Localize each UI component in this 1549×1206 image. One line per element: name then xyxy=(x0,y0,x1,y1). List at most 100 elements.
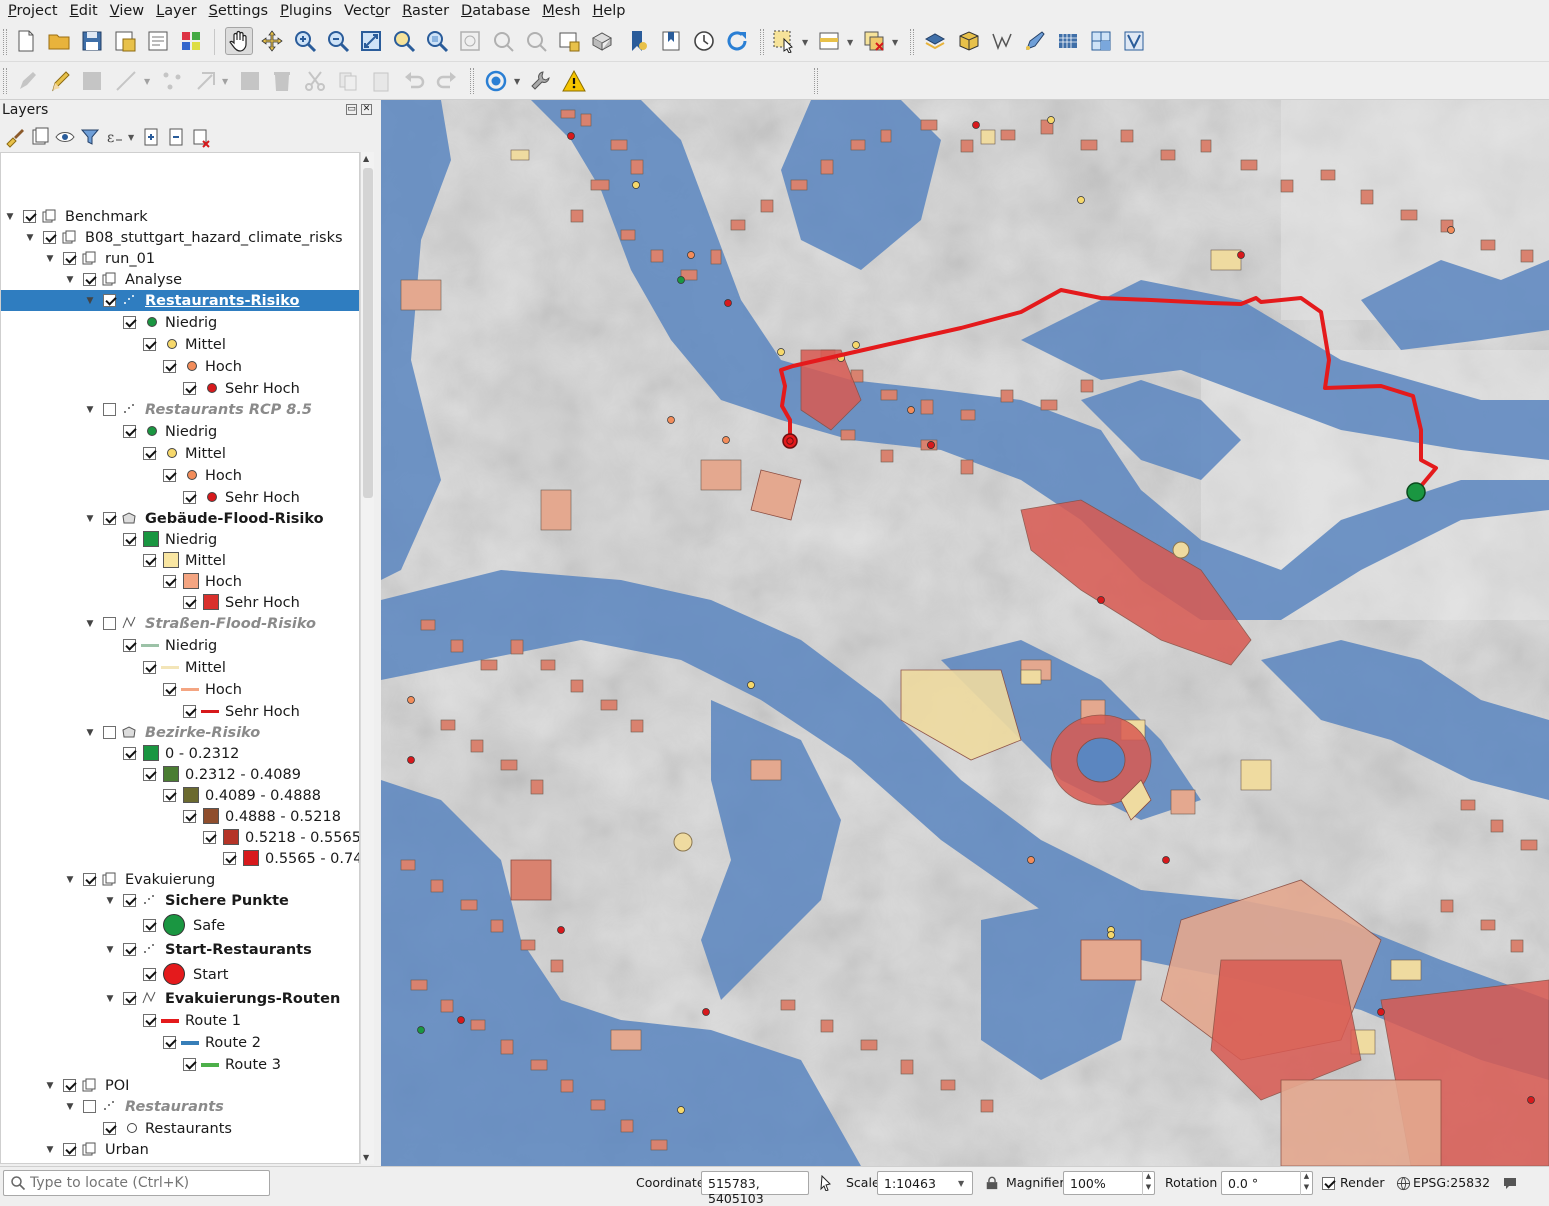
menu-mesh[interactable]: Mesh xyxy=(536,0,586,22)
new-map-view-button[interactable] xyxy=(555,27,583,55)
render-checkbox[interactable] xyxy=(1322,1177,1335,1190)
chevron-down-icon[interactable]: ▼ xyxy=(958,1180,966,1188)
rotation-spinner[interactable]: ▲ ▼ xyxy=(1300,1171,1312,1195)
expand-arrow-icon[interactable]: ▼ xyxy=(5,212,15,222)
chevron-down-icon[interactable]: ▼ xyxy=(222,78,230,86)
tree-row-0-2312-0-4089[interactable]: 0.2312 - 0.4089 xyxy=(1,764,359,785)
tree-row-hoch[interactable]: Hoch xyxy=(1,356,359,377)
tree-row-0-0-2312[interactable]: 0 - 0.2312 xyxy=(1,743,359,764)
visibility-checkbox[interactable] xyxy=(103,512,116,525)
visibility-checkbox[interactable] xyxy=(123,533,136,546)
visibility-checkbox[interactable] xyxy=(203,831,216,844)
tree-row-straßen-flood-risiko[interactable]: ▼ Straßen-Flood-Risiko xyxy=(1,613,359,634)
visibility-checkbox[interactable] xyxy=(183,596,196,609)
save-project-button[interactable] xyxy=(78,27,106,55)
tree-row-mittel[interactable]: Mittel xyxy=(1,334,359,355)
visibility-checkbox[interactable] xyxy=(23,210,36,223)
tree-row-sehr-hoch[interactable]: Sehr Hoch xyxy=(1,487,359,508)
visibility-checkbox[interactable] xyxy=(143,338,156,351)
tree-row-restaurants-rcp-8-5[interactable]: ▼ Restaurants RCP 8.5 xyxy=(1,399,359,420)
cut-features-button[interactable] xyxy=(301,67,329,95)
menu-raster[interactable]: Raster xyxy=(396,0,455,22)
float-panel-button[interactable]: ▭ xyxy=(346,104,357,115)
visibility-checkbox[interactable] xyxy=(163,360,176,373)
visibility-checkbox[interactable] xyxy=(103,294,116,307)
visibility-checkbox[interactable] xyxy=(163,789,176,802)
pan-map-button[interactable] xyxy=(225,27,253,55)
visibility-checkbox[interactable] xyxy=(63,1079,76,1092)
visibility-checkbox[interactable] xyxy=(123,943,136,956)
zoom-next-button[interactable] xyxy=(522,27,550,55)
tree-row-start[interactable]: Start xyxy=(1,963,359,985)
tree-row-bezirke-risiko[interactable]: ▼ Bezirke-Risiko xyxy=(1,722,359,743)
style-panel-button[interactable] xyxy=(4,126,26,148)
tree-row-0-4888-0-5218[interactable]: 0.4888 - 0.5218 xyxy=(1,806,359,827)
menu-vector[interactable]: Vector xyxy=(338,0,396,22)
expand-arrow-icon[interactable]: ▼ xyxy=(25,233,35,243)
visibility-checkbox[interactable] xyxy=(163,575,176,588)
visibility-checkbox[interactable] xyxy=(63,252,76,265)
visibility-checkbox[interactable] xyxy=(123,425,136,438)
visibility-checkbox[interactable] xyxy=(83,1100,96,1113)
tree-row-0-5218-0-5565[interactable]: 0.5218 - 0.5565 xyxy=(1,827,359,848)
visibility-checkbox[interactable] xyxy=(143,1014,156,1027)
expand-arrow-icon[interactable]: ▼ xyxy=(65,275,75,285)
chevron-down-icon[interactable]: ▼ xyxy=(514,78,522,86)
tree-row-evakuierung[interactable]: ▼ Evakuierung xyxy=(1,869,359,890)
expand-arrow-icon[interactable]: ▼ xyxy=(45,254,55,264)
toolbar-handle[interactable] xyxy=(760,29,764,55)
tree-row-benchmark[interactable]: ▼ Benchmark xyxy=(1,206,359,227)
visibility-checkbox[interactable] xyxy=(103,617,116,630)
tree-row-niedrig[interactable]: Niedrig xyxy=(1,635,359,656)
locator-bar[interactable] xyxy=(3,1170,270,1196)
tree-row-niedrig[interactable]: Niedrig xyxy=(1,312,359,333)
save-as-button[interactable] xyxy=(111,27,139,55)
paste-features-button[interactable] xyxy=(367,67,395,95)
chevron-down-icon[interactable]: ▼ xyxy=(802,39,810,47)
zoom-out-button[interactable] xyxy=(324,27,352,55)
zoom-native-button[interactable] xyxy=(456,27,484,55)
toolbar-handle[interactable] xyxy=(3,68,7,94)
zoom-to-layer-button[interactable] xyxy=(423,27,451,55)
new-project-button[interactable] xyxy=(12,27,40,55)
tree-row-start-restaurants[interactable]: ▼ Start-Restaurants xyxy=(1,939,359,960)
messages-button[interactable] xyxy=(560,67,588,95)
toolbar-handle[interactable] xyxy=(470,68,474,94)
add-line-layer-button[interactable] xyxy=(988,27,1016,55)
add-group-button[interactable] xyxy=(29,126,51,148)
expand-all-button[interactable] xyxy=(140,126,162,148)
tree-row-niedrig[interactable]: Niedrig xyxy=(1,421,359,442)
zoom-to-selection-button[interactable] xyxy=(390,27,418,55)
visibility-checkbox[interactable] xyxy=(183,1058,196,1071)
visibility-checkbox[interactable] xyxy=(143,968,156,981)
tree-row-mittel[interactable]: Mittel xyxy=(1,550,359,571)
tree-row-gebäude-flood-risiko[interactable]: ▼ Gebäude-Flood-Risiko xyxy=(1,508,359,529)
scrollbar-thumb[interactable] xyxy=(363,168,373,498)
menu-settings[interactable]: Settings xyxy=(203,0,275,22)
menu-view[interactable]: View xyxy=(104,0,150,22)
tree-row-mittel[interactable]: Mittel xyxy=(1,443,359,464)
attribute-select-button[interactable] xyxy=(815,27,843,55)
tree-row-0-4089-0-4888[interactable]: 0.4089 - 0.4888 xyxy=(1,785,359,806)
toolbar-handle[interactable] xyxy=(814,68,818,94)
expand-arrow-icon[interactable]: ▼ xyxy=(85,514,95,524)
toolbar-handle[interactable] xyxy=(910,29,914,55)
visibility-checkbox[interactable] xyxy=(143,919,156,932)
visibility-checkbox[interactable] xyxy=(143,554,156,567)
virtual-layer-button[interactable] xyxy=(1120,27,1148,55)
processing-toolbox-button[interactable] xyxy=(527,67,555,95)
tree-row-hoch[interactable]: Hoch xyxy=(1,571,359,592)
chevron-down-icon[interactable]: ▼ xyxy=(128,134,136,142)
visibility-checkbox[interactable] xyxy=(83,873,96,886)
expand-arrow-icon[interactable]: ▼ xyxy=(45,1081,55,1091)
visibility-checkbox[interactable] xyxy=(163,469,176,482)
start-point-marker[interactable] xyxy=(782,433,798,449)
expand-arrow-icon[interactable]: ▼ xyxy=(85,619,95,629)
vertex-tool-button[interactable] xyxy=(158,67,186,95)
open-project-button[interactable] xyxy=(45,27,73,55)
lock-icon[interactable] xyxy=(985,1175,999,1191)
toggle-editing-button[interactable] xyxy=(46,67,74,95)
tree-row-gebäude[interactable]: ▼Gebäude xyxy=(1,1160,359,1164)
zoom-full-button[interactable] xyxy=(357,27,385,55)
current-edits-button[interactable] xyxy=(14,67,42,95)
